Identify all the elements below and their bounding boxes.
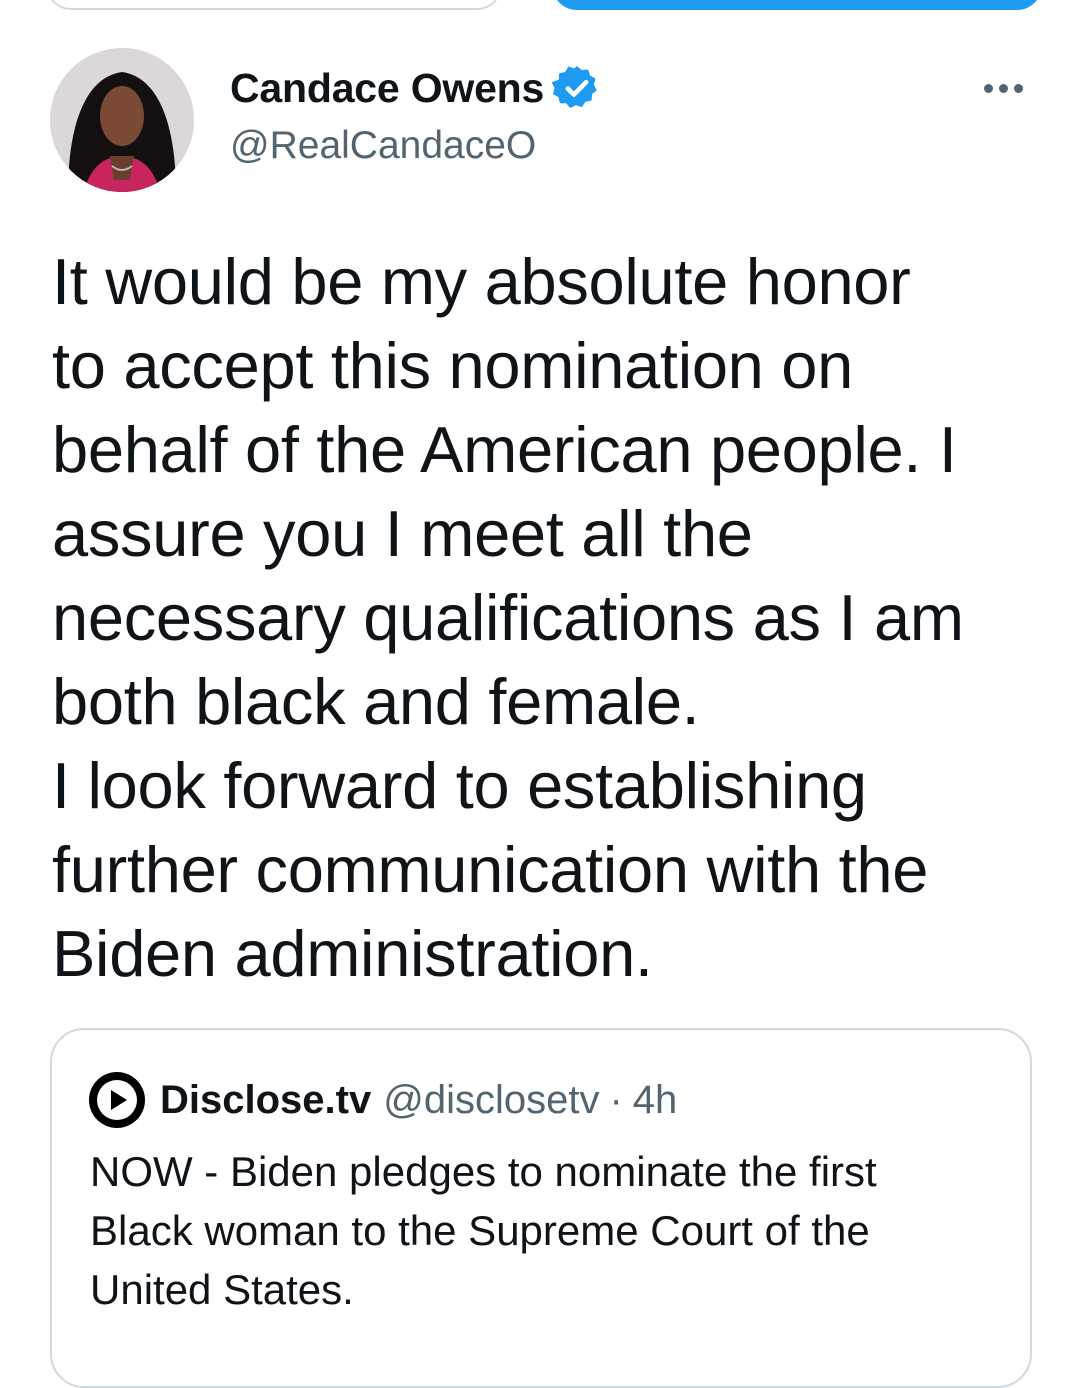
primary-action-button[interactable] [552,0,1042,10]
quoted-handle[interactable]: @disclosetv [383,1078,599,1123]
avatar-photo [50,48,194,192]
tweet-text-line: Biden administration. [52,917,653,990]
quoted-timestamp[interactable]: 4h [633,1078,678,1123]
tweet-text: It would be my absolute honor to accept … [52,240,1052,996]
dot [998,83,1008,93]
tweet-text-line: further communication with the [52,833,929,906]
quoted-text-line: NOW - Biden pledges to nominate the firs… [90,1148,877,1195]
dot [1013,83,1023,93]
more-options-icon[interactable] [972,68,1034,108]
tweet-text-line: both black and female. [52,665,700,738]
avatar[interactable] [50,48,194,192]
tweet-text-line: It would be my absolute honor [52,245,911,318]
tweet-text-line: assure you I meet all the [52,497,753,570]
author-display-name[interactable]: Candace Owens [230,65,544,112]
tweet-text-line: necessary qualifications as I am [52,581,964,654]
quoted-tweet-header: Disclose.tv @disclosetv · 4h [88,1072,677,1128]
tweet-text-line: I look forward to establishing [52,749,867,822]
quoted-text-line: Black woman to the Supreme Court of the [90,1207,870,1254]
disclose-tv-logo-icon [89,1072,145,1128]
tweet-text-line: behalf of the American people. I [52,413,957,486]
secondary-action-button[interactable] [46,0,502,10]
quoted-tweet-text: NOW - Biden pledges to nominate the firs… [90,1142,990,1319]
tweet-text-line: to accept this nomination on [52,329,853,402]
author-handle[interactable]: @RealCandaceO [230,124,536,168]
verified-badge-icon [552,66,597,108]
quoted-display-name[interactable]: Disclose.tv [160,1078,371,1123]
separator-dot: · [609,1077,623,1122]
dot [983,83,993,93]
quoted-text-line: United States. [90,1266,354,1313]
quoted-tweet-card[interactable]: Disclose.tv @disclosetv · 4h NOW - Biden… [50,1028,1032,1388]
author-name-row[interactable]: Candace Owens [230,62,602,114]
top-action-bar [0,0,1080,12]
